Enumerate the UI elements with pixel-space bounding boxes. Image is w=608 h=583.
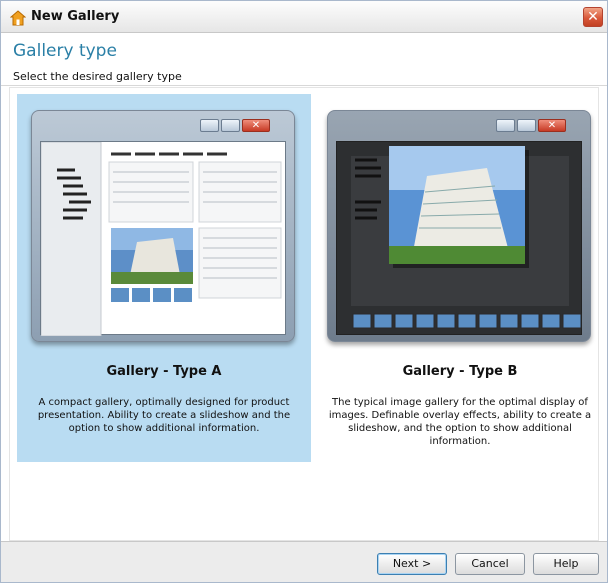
close-icon: ✕ (587, 9, 599, 25)
maximize-icon (221, 119, 240, 132)
button-bar: Next > Cancel Help (1, 541, 607, 582)
help-button[interactable]: Help (533, 553, 599, 575)
maximize-icon (517, 119, 536, 132)
gallery-type-b-title: Gallery - Type B (402, 364, 518, 379)
gallery-type-b-option[interactable]: ✕ Gallery - Type B The typical image gal… (313, 94, 607, 462)
close-icon: ✕ (242, 119, 270, 132)
preview-window-content (40, 141, 286, 337)
new-gallery-dialog: New Gallery ✕ Gallery type Select the de… (0, 0, 608, 583)
minimize-icon (496, 119, 515, 132)
gallery-type-a-preview: ✕ (31, 110, 295, 342)
gallery-type-a-title: Gallery - Type A (106, 364, 222, 379)
gallery-type-a-option[interactable]: ✕ Gallery - Type A A compact gallery, op… (17, 94, 311, 462)
gallery-type-options: ✕ Gallery - Type A A compact gallery, op… (9, 87, 599, 541)
page-subtitle: Select the desired gallery type (13, 70, 182, 83)
house-icon (10, 10, 26, 26)
minimize-icon (200, 119, 219, 132)
close-button[interactable]: ✕ (583, 7, 603, 27)
cancel-button[interactable]: Cancel (455, 553, 525, 575)
image-gallery-illustration (351, 146, 582, 329)
next-button[interactable]: Next > (377, 553, 447, 575)
preview-window-content (336, 141, 582, 335)
gallery-type-b-description: The typical image gallery for the optima… (328, 397, 592, 447)
page-title: Gallery type (13, 41, 117, 61)
window-title: New Gallery (31, 9, 120, 24)
close-icon: ✕ (538, 119, 566, 132)
gallery-type-b-preview: ✕ (327, 110, 591, 342)
wizard-header: Gallery type Select the desired gallery … (1, 34, 607, 86)
title-bar: New Gallery ✕ (1, 1, 607, 33)
gallery-type-a-description: A compact gallery, optimally designed fo… (37, 397, 291, 434)
compact-gallery-illustration (40, 141, 282, 337)
